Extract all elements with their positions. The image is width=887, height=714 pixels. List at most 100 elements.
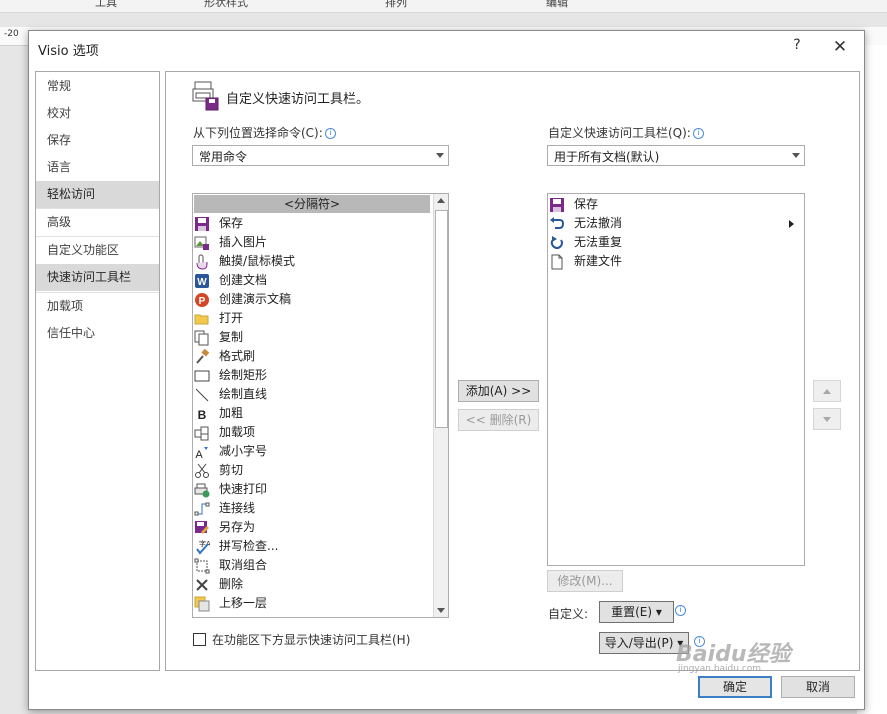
list-item-label: 减小字号 [219,444,268,458]
nav-item-proofing[interactable]: 校对 [36,100,159,127]
list-item-label: 快速打印 [219,482,268,496]
cancel-button[interactable]: 取消 [781,676,855,698]
reset-button[interactable]: 重置(E) ▾ [599,601,674,623]
commands-scrollbar[interactable] [433,194,448,617]
list-item-label: 绘制矩形 [219,368,268,382]
list-item-label: 连接线 [219,501,256,515]
move-up-button[interactable] [813,380,841,402]
nav-item-general[interactable]: 常规 [36,73,159,100]
list-item-label: 保存 [574,197,599,211]
choose-commands-label-text: 从下列位置选择命令(C): [193,126,323,140]
ungroup-icon [194,558,210,574]
list-item-label: 剪切 [219,463,244,477]
svg-text:A: A [195,449,203,460]
arrow-up-icon [823,389,831,394]
chevron-down-icon [792,153,800,158]
nav-item-advanced[interactable]: 高级 [36,209,159,236]
scroll-up-button[interactable] [434,194,448,208]
list-item[interactable]: 无法撤消 [548,214,794,233]
list-item-label: 取消组合 [219,558,268,572]
scroll-down-button[interactable] [434,603,448,617]
ok-button[interactable]: 确定 [698,676,772,698]
format-painter-icon [196,349,210,364]
customize-qat-value: 用于所有文档(默认) [554,150,660,164]
connector-icon [194,502,210,516]
redo-icon [550,236,563,249]
list-item-label: 删除 [219,577,244,591]
show-below-ribbon-checkbox[interactable] [193,633,206,646]
list-item-label: 插入图片 [219,235,268,249]
modify-button[interactable]: 修改(M)... [547,570,623,592]
svg-text:W: W [197,277,207,288]
chevron-down-icon [436,153,444,158]
remove-button[interactable]: << 删除(R) [458,409,539,431]
help-button[interactable]: ? [789,37,805,57]
save-icon [550,198,564,212]
line-icon [195,388,209,402]
svg-text:P: P [199,296,206,307]
list-item-label: 绘制直线 [219,387,268,401]
insert-picture-icon [194,236,209,250]
list-item-label: 复制 [219,330,244,344]
arrow-up-icon [437,198,445,203]
watermark: Baidu经验 jingyan.baidu.com [676,636,791,674]
choose-commands-value: 常用命令 [199,150,248,164]
visio-options-dialog: Visio 选项 ? ✕ 常规 校对 保存 语言 轻松访问 高级 自定义功能区 … [28,30,865,710]
move-down-button[interactable] [813,408,841,430]
nav-item-customize-ribbon[interactable]: 自定义功能区 [36,237,159,264]
list-item-label: 打开 [219,311,244,325]
info-icon: i [324,128,336,139]
quick-access-toolbar-icon [192,81,220,114]
powerpoint-icon: P [195,293,209,307]
customize-qat-combo[interactable]: 用于所有文档(默认) [547,145,805,166]
delete-icon [196,579,208,591]
qat-items-list[interactable]: 保存 无法撤消 无法重复 新建文件 [547,193,805,566]
options-nav: 常规 校对 保存 语言 轻松访问 高级 自定义功能区 快速访问工具栏 加载项 信… [35,71,160,671]
nav-item-save[interactable]: 保存 [36,127,159,154]
quick-print-icon [194,483,210,498]
customize-qat-label-text: 自定义快速访问工具栏(Q): [548,126,691,140]
list-item-label: 触摸/鼠标模式 [219,254,296,268]
choose-commands-label: 从下列位置选择命令(C): i [193,124,336,141]
list-item-label: 无法重复 [574,235,623,249]
list-item-separator[interactable]: <分隔符> [194,195,430,213]
nav-item-accessibility[interactable]: 轻松访问 [36,181,159,208]
nav-item-addins[interactable]: 加载项 [36,293,159,320]
new-file-icon [551,254,563,270]
copy-icon [194,330,209,346]
bring-forward-icon [194,596,210,612]
close-button[interactable]: ✕ [829,37,851,57]
word-icon: W [195,274,209,288]
list-item-label: 上移一层 [219,596,268,610]
list-item-label: 加载项 [219,425,256,439]
nav-item-trust-center[interactable]: 信任中心 [36,320,159,347]
show-below-ribbon-label[interactable]: 在功能区下方显示快速访问工具栏(H) [212,631,410,648]
scroll-thumb[interactable] [435,210,448,428]
list-item-label: 格式刷 [219,349,256,363]
touch-mode-icon [196,254,208,270]
folder-open-icon [194,314,209,325]
list-item-label: 创建文档 [219,273,268,287]
ribbon-group-edit: 编辑 [546,0,568,9]
list-item[interactable]: 触摸/鼠标模式 [193,252,437,271]
submenu-arrow-icon [789,220,794,228]
ruler-label: -20 [4,29,19,39]
decrease-font-icon: A [195,447,208,460]
ribbon-group-tools: 工具 [95,0,117,9]
ribbon-group-arrange: 排列 [385,0,407,9]
list-item-label: 新建文件 [574,254,623,268]
add-button[interactable]: 添加(A) >> [458,380,539,402]
nav-item-quick-access-toolbar[interactable]: 快速访问工具栏 [36,264,159,291]
info-icon: i [692,128,704,139]
choose-commands-combo[interactable]: 常用命令 [192,145,449,166]
list-item[interactable]: 加载项 [193,423,437,442]
customizations-label: 自定义: [548,607,589,621]
list-item-label: 创建演示文稿 [219,292,292,306]
undo-icon [550,217,565,229]
bold-icon: B [198,408,207,422]
commands-list[interactable]: <分隔符> 保存 插入图片 触摸/鼠标模式 W 创建文档 P 创建演示文稿 打开… [192,193,449,618]
save-as-icon [195,521,209,534]
qat-panel: 自定义快速访问工具栏。 从下列位置选择命令(C): i 常用命令 自定义快速访问工… [165,71,860,671]
nav-item-language[interactable]: 语言 [36,154,159,181]
svg-text:B: B [198,408,207,422]
